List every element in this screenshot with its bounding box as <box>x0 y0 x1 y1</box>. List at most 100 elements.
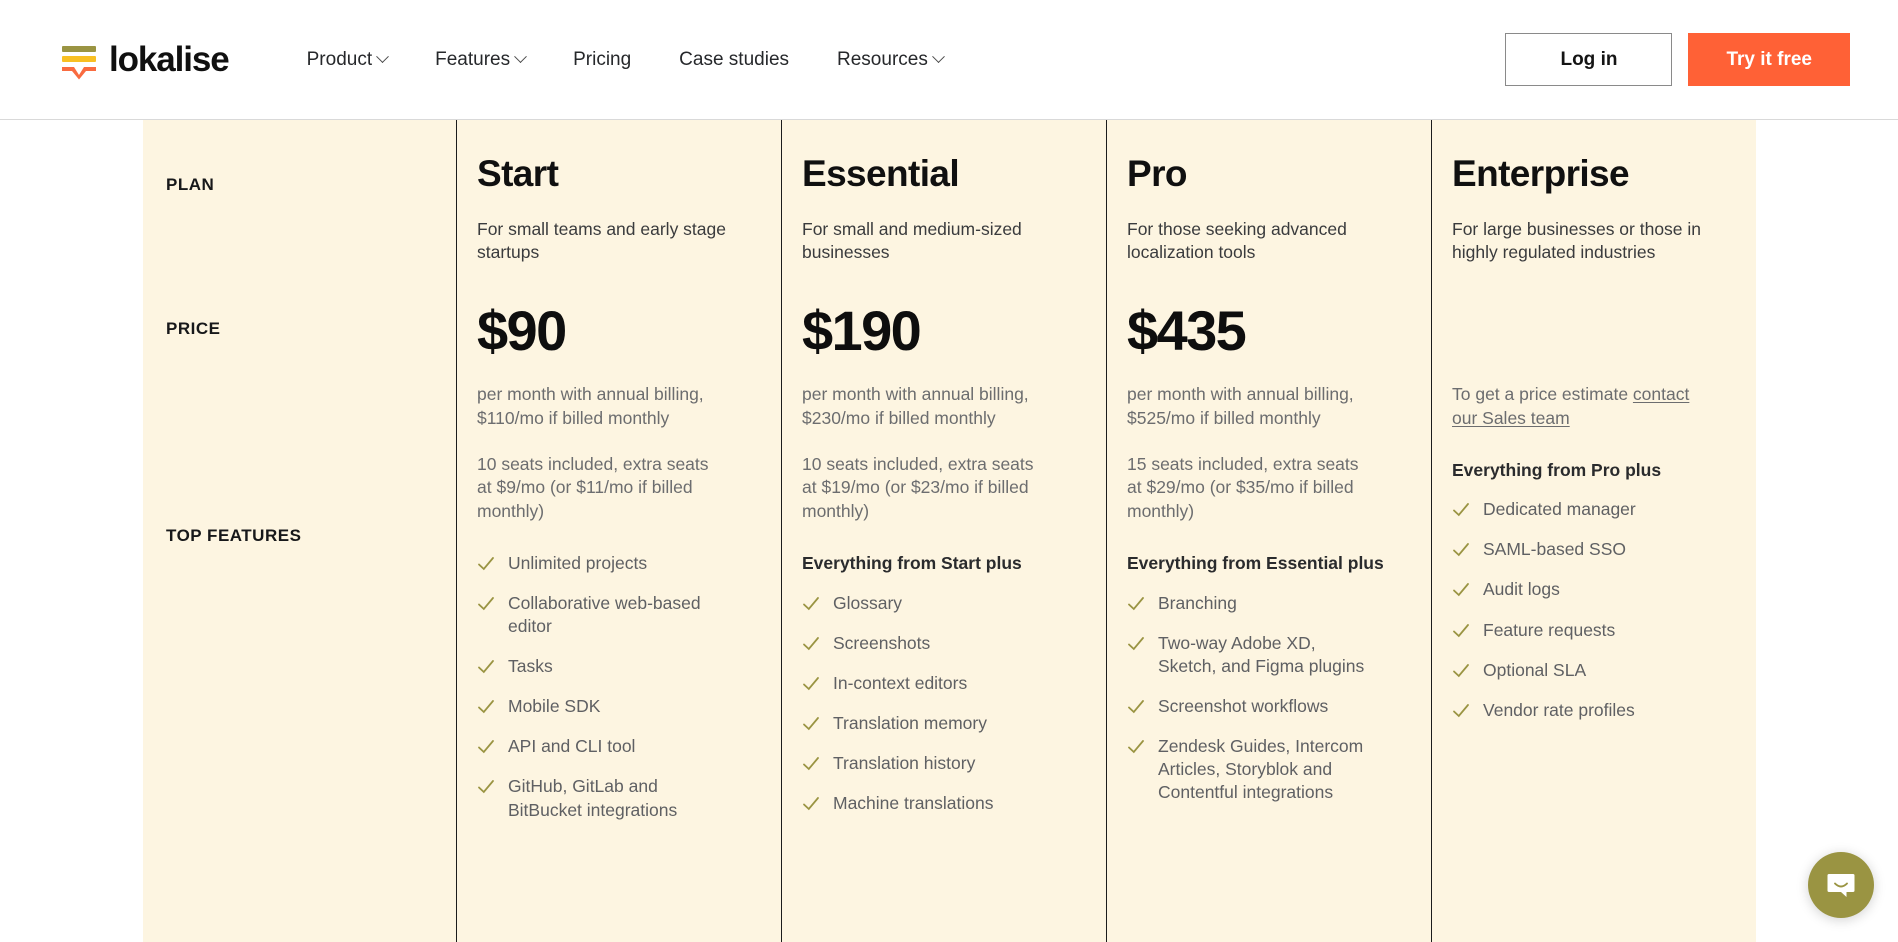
check-icon <box>803 636 819 651</box>
nav-item-features[interactable]: Features <box>411 39 549 81</box>
plan-billing-note: per month with annual billing, $230/mo i… <box>802 383 1029 428</box>
chat-launcher-button[interactable] <box>1808 852 1874 918</box>
feature-label: Feature requests <box>1483 619 1616 640</box>
nav-item-pricing[interactable]: Pricing <box>549 39 655 81</box>
nav-item-product[interactable]: Product <box>283 39 411 81</box>
feature-label: SAML-based SSO <box>1483 539 1626 560</box>
feature-item: Feature requests <box>1452 619 1722 642</box>
feature-item: Optional SLA <box>1452 659 1722 682</box>
check-icon <box>478 557 494 571</box>
feature-item: Mobile SDK <box>477 695 747 718</box>
logo-chevron-icon <box>62 66 96 79</box>
plan-seats-note: 10 seats included, extra seats at $19/mo… <box>802 453 1034 522</box>
try-it-free-button[interactable]: Try it free <box>1688 33 1850 86</box>
feature-label: Screenshot workflows <box>1158 695 1329 716</box>
feature-label: Mobile SDK <box>508 696 601 717</box>
nav-label-product: Product <box>306 48 373 70</box>
plan-features: Unlimited projects Collaborative web-bas… <box>477 552 747 822</box>
feature-item: Audit logs <box>1452 578 1722 601</box>
plan-features-heading: Everything from Start plus <box>802 552 1022 573</box>
plan-name: Pro <box>1127 153 1187 194</box>
plan-column-essential: Essential For small and medium-sized bus… <box>781 120 1106 942</box>
plan-description: For large businesses or those in highly … <box>1452 218 1702 263</box>
row-label-price: PRICE <box>166 319 221 338</box>
feature-label: Machine translations <box>833 793 994 814</box>
feature-label: Translation history <box>833 753 976 774</box>
plan-description: For small teams and early stage startups <box>477 218 726 263</box>
nav-item-resources[interactable]: Resources <box>813 39 967 81</box>
check-icon <box>1128 596 1144 610</box>
brand-name: lokalise <box>109 40 230 79</box>
check-icon <box>1128 740 1144 754</box>
feature-label: Tasks <box>508 656 553 677</box>
brand-logo[interactable]: lokalise <box>62 40 230 80</box>
feature-item: Translation memory <box>802 712 1072 735</box>
chevron-down-icon <box>514 50 527 64</box>
check-icon <box>803 797 819 811</box>
plan-description: For small and medium-sized businesses <box>802 218 1022 263</box>
feature-label: In-context editors <box>833 672 968 693</box>
feature-item: Branching <box>1127 592 1397 615</box>
feature-item: SAML-based SSO <box>1452 538 1722 561</box>
check-icon <box>478 740 494 754</box>
chevron-down-icon <box>931 50 945 64</box>
feature-label: Screenshots <box>833 632 931 653</box>
chat-bubble-icon <box>1827 874 1855 897</box>
nav-item-case-studies[interactable]: Case studies <box>655 39 813 81</box>
check-icon <box>1128 636 1144 651</box>
check-icon <box>1453 623 1469 637</box>
plan-features-heading: Everything from Essential plus <box>1127 552 1384 573</box>
row-label-features: TOP FEATURES <box>166 526 302 545</box>
plan-description: For those seeking advanced localization … <box>1127 218 1347 263</box>
login-button[interactable]: Log in <box>1505 33 1673 86</box>
check-icon <box>803 757 819 771</box>
check-icon <box>478 660 494 674</box>
check-icon <box>1453 663 1469 677</box>
plan-features: Everything from Pro plus Dedicated manag… <box>1452 459 1722 722</box>
nav-label-features: Features <box>435 48 511 70</box>
feature-item: Glossary <box>802 592 1072 615</box>
pricing-table: PLAN PRICE TOP FEATURES Start For small … <box>143 120 1756 942</box>
feature-item: Machine translations <box>802 792 1072 815</box>
check-icon <box>1453 703 1469 718</box>
feature-label: Collaborative web-based editor <box>508 593 701 637</box>
row-labels-column: PLAN PRICE TOP FEATURES <box>143 120 456 942</box>
plan-billing-note: per month with annual billing, $525/mo i… <box>1127 383 1354 428</box>
feature-item: Translation history <box>802 752 1072 775</box>
plan-price: $435 <box>1127 298 1247 362</box>
feature-item: Screenshot workflows <box>1127 695 1397 718</box>
feature-list: Dedicated manager SAML-based SSO Audit l… <box>1452 498 1722 722</box>
feature-label: Dedicated manager <box>1483 499 1636 520</box>
feature-list: Branching Two-way Adobe XD, Sketch, and … <box>1127 592 1397 805</box>
header-actions: Log in Try it free <box>1505 33 1850 86</box>
site-header: lokalise Product Features Pricing Case s… <box>0 0 1898 120</box>
plan-features-heading: Everything from Pro plus <box>1452 459 1662 480</box>
plan-name: Start <box>477 153 559 194</box>
nav-label-case-studies: Case studies <box>679 48 790 70</box>
chevron-down-icon <box>376 50 389 64</box>
feature-label: Optional SLA <box>1483 659 1587 680</box>
lokalise-logo-icon <box>62 40 96 80</box>
plan-column-start: Start For small teams and early stage st… <box>456 120 781 942</box>
check-icon <box>1128 700 1144 714</box>
check-icon <box>478 700 494 714</box>
feature-item: API and CLI tool <box>477 735 747 758</box>
feature-item: GitHub, GitLab and BitBucket integration… <box>477 775 747 821</box>
plan-price: $90 <box>477 298 567 362</box>
feature-item: In-context editors <box>802 672 1072 695</box>
feature-list: Unlimited projects Collaborative web-bas… <box>477 552 747 822</box>
feature-label: API and CLI tool <box>508 736 636 757</box>
main-nav: Product Features Pricing Case studies Re… <box>283 39 967 81</box>
plan-name: Enterprise <box>1452 153 1630 194</box>
row-label-plan: PLAN <box>166 175 215 194</box>
plan-name: Essential <box>802 153 960 194</box>
check-icon <box>803 717 819 731</box>
pricing-section: PLAN PRICE TOP FEATURES Start For small … <box>0 120 1898 942</box>
feature-label: Unlimited projects <box>508 552 648 573</box>
check-icon <box>803 596 819 610</box>
plan-features: Everything from Essential plus Branching… <box>1127 552 1397 804</box>
feature-label: Translation memory <box>833 712 987 733</box>
feature-item: Collaborative web-based editor <box>477 592 747 638</box>
nav-label-pricing: Pricing <box>573 48 632 70</box>
feature-item: Two-way Adobe XD, Sketch, and Figma plug… <box>1127 632 1397 678</box>
